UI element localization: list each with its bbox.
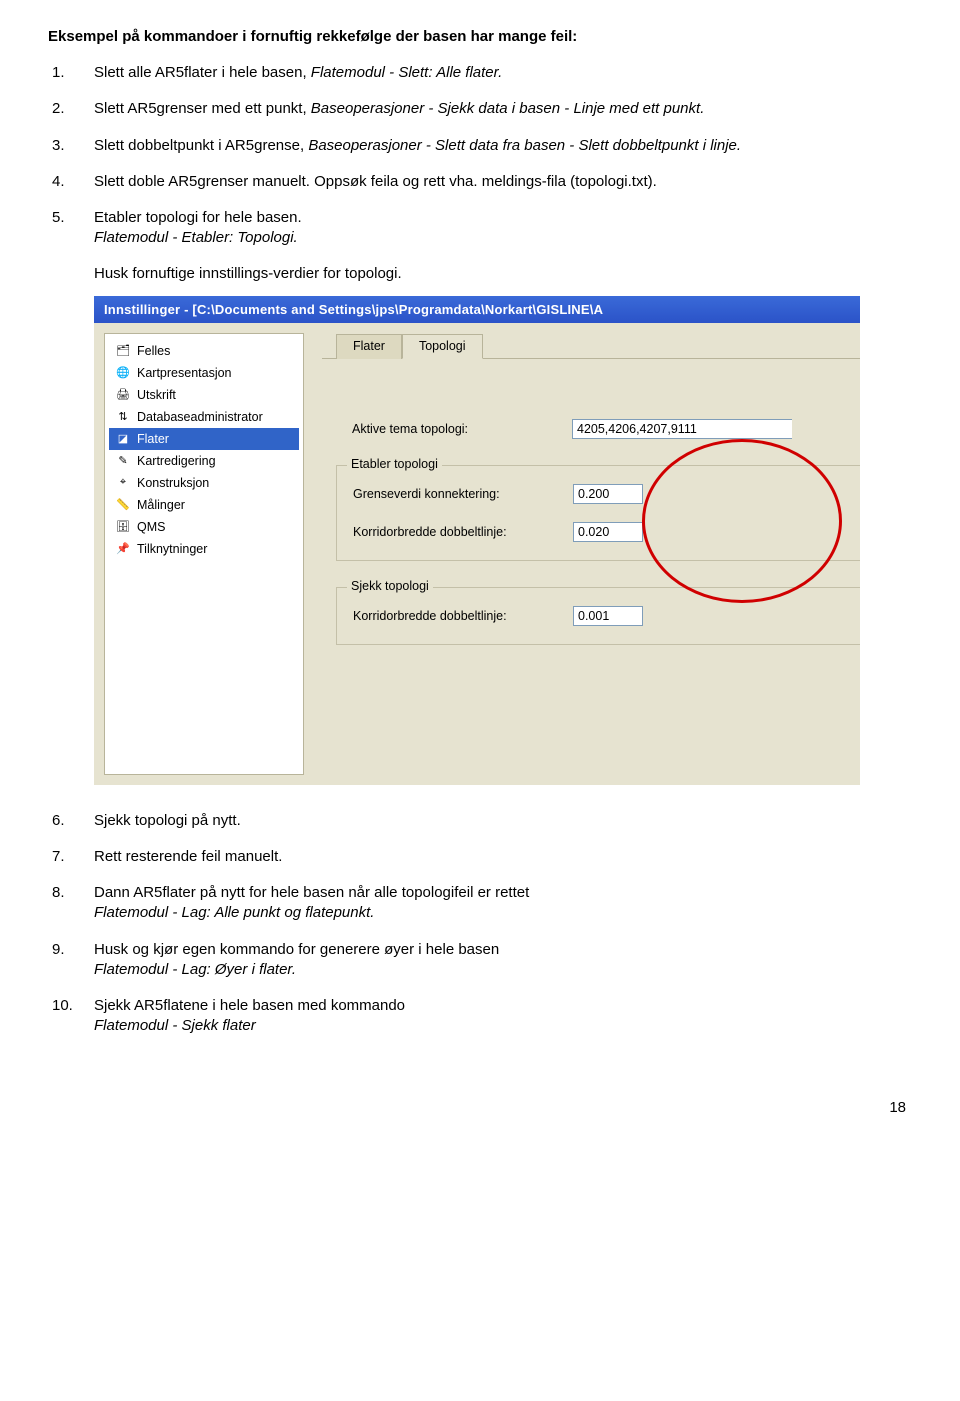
group-sjekk-topologi: Sjekk topologi Korridorbredde dobbeltlin… — [336, 587, 860, 645]
sidebar-item-konstruksjon[interactable]: ⌖ Konstruksjon — [109, 472, 299, 494]
list-number: 5. — [52, 208, 94, 249]
sidebar-item-label: QMS — [137, 520, 165, 534]
list-body: Slett alle AR5flater i hele basen, Flate… — [94, 63, 912, 83]
list-body: Etabler topologi for hele basen. Flatemod… — [94, 208, 912, 249]
list-italic: Flatemodul - Lag: Øyer i flater. — [94, 961, 296, 978]
list-body: Dann AR5flater på nytt for hele basen nå… — [94, 883, 912, 924]
list-number: 10. — [52, 996, 94, 1037]
label-korridor-sjekk: Korridorbredde dobbeltlinje: — [353, 609, 573, 623]
sidebar-item-tilknytninger[interactable]: 📌 Tilknytninger — [109, 538, 299, 560]
sidebar-item-qms[interactable]: 🗄 QMS — [109, 516, 299, 538]
page-number: 18 — [48, 1099, 912, 1116]
list-body: Husk og kjør egen kommando for generere … — [94, 940, 912, 981]
input-korridor-etabler[interactable] — [573, 522, 643, 542]
settings-pane: Flater Topologi Aktive tema topologi: Et… — [304, 323, 860, 785]
list-number: 7. — [52, 847, 94, 867]
sidebar-item-label: Felles — [137, 344, 170, 358]
surface-icon: ◪ — [115, 431, 131, 447]
memo-text: Husk fornuftige innstillings-verdier for… — [94, 265, 912, 282]
group-etabler-topologi: Etabler topologi Grenseverdi konnekterin… — [336, 465, 860, 561]
list-text: Slett alle AR5flater i hele basen, — [94, 64, 311, 81]
tab-topologi[interactable]: Topologi — [402, 334, 483, 359]
group-aktive-tema: Aktive tema topologi: — [336, 385, 860, 439]
input-korridor-sjekk[interactable] — [573, 606, 643, 626]
sidebar-item-label: Konstruksjon — [137, 476, 209, 490]
compass-icon: ⌖ — [115, 475, 131, 491]
list-text: Slett AR5grenser med ett punkt, — [94, 100, 311, 117]
list-number: 3. — [52, 136, 94, 156]
list-body: Rett resterende feil manuelt. — [94, 847, 912, 867]
ordered-list-after: 6.Sjekk topologi på nytt. 7.Rett restere… — [52, 811, 912, 1037]
list-body: Slett doble AR5grenser manuelt. Oppsøk f… — [94, 172, 912, 192]
list-italic: Baseoperasjoner - Slett data fra basen -… — [308, 137, 741, 154]
sidebar-item-utskrift[interactable]: 🖨 Utskrift — [109, 384, 299, 406]
tab-flater[interactable]: Flater — [336, 334, 402, 359]
ruler-icon: 📏 — [115, 497, 131, 513]
list-italic: Flatemodul - Lag: Alle punkt og flatepun… — [94, 904, 374, 921]
pencil-icon: ✎ — [115, 453, 131, 469]
globe-icon: 🌐 — [115, 365, 131, 381]
folder-icon: 🗂 — [115, 343, 131, 359]
label-korridor-etabler: Korridorbredde dobbeltlinje: — [353, 525, 573, 539]
window-body: 🗂 Felles 🌐 Kartpresentasjon 🖨 Utskrift ⇅ Dat… — [94, 323, 860, 785]
list-body: Sjekk topologi på nytt. — [94, 811, 912, 831]
sidebar-item-label: Databaseadministrator — [137, 410, 263, 424]
transfer-icon: ⇅ — [115, 409, 131, 425]
list-text: Dann AR5flater på nytt for hele basen nå… — [94, 884, 529, 901]
legend-etabler: Etabler topologi — [347, 457, 442, 471]
list-number: 9. — [52, 940, 94, 981]
list-text: Husk og kjør egen kommando for generere … — [94, 941, 499, 958]
list-number: 2. — [52, 99, 94, 119]
sidebar-item-label: Flater — [137, 432, 169, 446]
list-body: Slett dobbeltpunkt i AR5grense, Baseoper… — [94, 136, 912, 156]
tab-sheet: Aktive tema topologi: Etabler topologi G… — [322, 358, 860, 645]
sidebar-item-felles[interactable]: 🗂 Felles — [109, 340, 299, 362]
list-number: 6. — [52, 811, 94, 831]
list-text: Sjekk AR5flatene i hele basen med komman… — [94, 997, 405, 1014]
sidebar-item-kartredigering[interactable]: ✎ Kartredigering — [109, 450, 299, 472]
list-number: 4. — [52, 172, 94, 192]
list-italic: Flatemodul - Sjekk flater — [94, 1017, 256, 1034]
list-text: Slett doble AR5grenser manuelt. Oppsøk f… — [94, 173, 657, 190]
window-titlebar: Innstillinger - [C:\Documents and Settin… — [94, 296, 860, 323]
list-text: Etabler topologi for hele basen. — [94, 209, 302, 226]
printer-icon: 🖨 — [115, 387, 131, 403]
input-grenseverdi[interactable] — [573, 484, 643, 504]
sidebar-item-label: Kartredigering — [137, 454, 216, 468]
list-italic: Flatemodul - Etabler: Topologi. — [94, 229, 298, 246]
ordered-list-before: 1.Slett alle AR5flater i hele basen, Fla… — [52, 63, 912, 249]
sidebar-item-kartpresentasjon[interactable]: 🌐 Kartpresentasjon — [109, 362, 299, 384]
pin-icon: 📌 — [115, 541, 131, 557]
list-italic: Flatemodul - Slett: Alle flater. — [311, 64, 502, 81]
legend-sjekk: Sjekk topologi — [347, 579, 433, 593]
sidebar-item-label: Målinger — [137, 498, 185, 512]
database-icon: 🗄 — [115, 519, 131, 535]
sidebar-item-label: Tilknytninger — [137, 542, 207, 556]
page-heading: Eksempel på kommandoer i fornuftig rekke… — [48, 28, 912, 45]
sidebar-item-label: Utskrift — [137, 388, 176, 402]
sidebar-item-databaseadministrator[interactable]: ⇅ Databaseadministrator — [109, 406, 299, 428]
list-text: Sjekk topologi på nytt. — [94, 812, 241, 829]
input-aktive-tema[interactable] — [572, 419, 792, 439]
sidebar-item-label: Kartpresentasjon — [137, 366, 232, 380]
list-number: 8. — [52, 883, 94, 924]
list-text: Slett dobbeltpunkt i AR5grense, — [94, 137, 308, 154]
sidebar-item-malinger[interactable]: 📏 Målinger — [109, 494, 299, 516]
settings-window: Innstillinger - [C:\Documents and Settin… — [94, 296, 860, 785]
settings-sidebar: 🗂 Felles 🌐 Kartpresentasjon 🖨 Utskrift ⇅ Dat… — [104, 333, 304, 775]
list-body: Slett AR5grenser med ett punkt, Baseoper… — [94, 99, 912, 119]
sidebar-item-flater[interactable]: ◪ Flater — [109, 428, 299, 450]
tab-strip: Flater Topologi — [322, 333, 860, 358]
list-italic: Baseoperasjoner - Sjekk data i basen - L… — [311, 100, 705, 117]
list-text: Rett resterende feil manuelt. — [94, 848, 282, 865]
label-grenseverdi: Grenseverdi konnektering: — [353, 487, 573, 501]
label-aktive-tema: Aktive tema topologi: — [352, 422, 572, 436]
list-body: Sjekk AR5flatene i hele basen med komman… — [94, 996, 912, 1037]
list-number: 1. — [52, 63, 94, 83]
